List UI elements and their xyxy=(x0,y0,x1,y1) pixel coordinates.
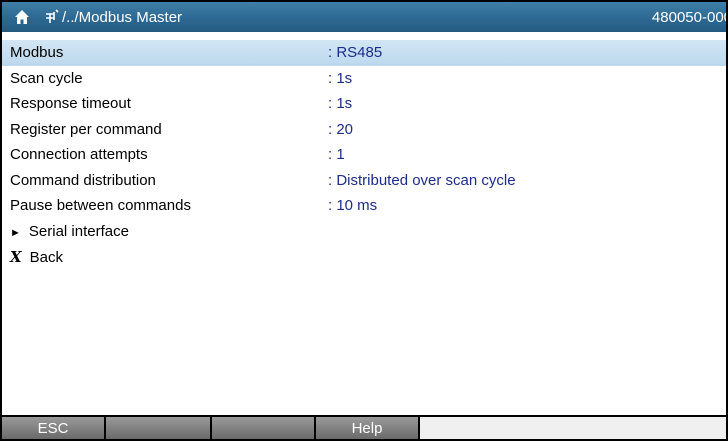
softkey-3[interactable] xyxy=(212,415,316,439)
device-id: 480050-000 xyxy=(651,8,728,26)
home-icon[interactable] xyxy=(14,9,30,25)
menu-item-label: Connection attempts xyxy=(10,146,148,164)
menu-item-label: Pause between commands xyxy=(10,197,191,215)
menu-item-back[interactable]: X Back xyxy=(2,244,726,270)
menu-item-register-per-command[interactable]: Register per command : 20 xyxy=(2,117,726,143)
x-back-icon: X xyxy=(10,247,22,266)
help-softkey[interactable]: Help xyxy=(316,415,420,439)
menu-item-value: : 1s xyxy=(328,95,353,113)
menu-item-label: Serial interface xyxy=(28,222,129,240)
menu-item-label: Scan cycle xyxy=(10,69,83,87)
menu-item-label: Modbus xyxy=(10,44,64,62)
softkey-2[interactable] xyxy=(106,415,212,439)
connection-plug-icon xyxy=(44,9,60,25)
arrow-right-icon: ► xyxy=(10,226,21,239)
menu-item-value: : 10 ms xyxy=(328,197,378,215)
menu-item-value: : 1 xyxy=(328,146,345,164)
menu-item-value: : 20 xyxy=(328,120,354,138)
menu-item-modbus[interactable]: Modbus : RS485 xyxy=(2,40,726,66)
menu-item-scan-cycle[interactable]: Scan cycle : 1s xyxy=(2,66,726,92)
menu-item-value: : RS485 xyxy=(328,44,383,62)
menu-item-value: : 1s xyxy=(328,69,353,87)
menu-item-label: Back xyxy=(29,248,63,266)
title-bar: /../Modbus Master 480050-000 xyxy=(2,2,726,32)
menu-item-label: Register per command xyxy=(10,120,162,138)
menu-item-label: Response timeout xyxy=(10,95,131,113)
esc-softkey[interactable]: ESC xyxy=(2,415,106,439)
menu-item-label: Command distribution xyxy=(10,171,156,189)
menu-item-label-wrap: X Back xyxy=(10,248,63,266)
softkey-bar-empty xyxy=(420,415,726,439)
menu-item-pause-between-commands[interactable]: Pause between commands : 10 ms xyxy=(2,193,726,219)
menu-item-value: : Distributed over scan cycle xyxy=(328,171,516,189)
breadcrumb-path: /../Modbus Master xyxy=(62,8,183,26)
menu-item-label-wrap: ► Serial interface xyxy=(10,223,129,240)
menu-item-connection-attempts[interactable]: Connection attempts : 1 xyxy=(2,142,726,168)
menu-item-serial-interface[interactable]: ► Serial interface xyxy=(2,219,726,245)
menu-item-response-timeout[interactable]: Response timeout : 1s xyxy=(2,91,726,117)
menu-item-command-distribution[interactable]: Command distribution : Distributed over … xyxy=(2,168,726,194)
softkey-bar: ESC Help xyxy=(2,415,726,439)
settings-menu: Modbus : RS485 Scan cycle : 1s Response … xyxy=(2,40,726,270)
device-screen: /../Modbus Master 480050-000 Modbus : RS… xyxy=(0,0,728,441)
